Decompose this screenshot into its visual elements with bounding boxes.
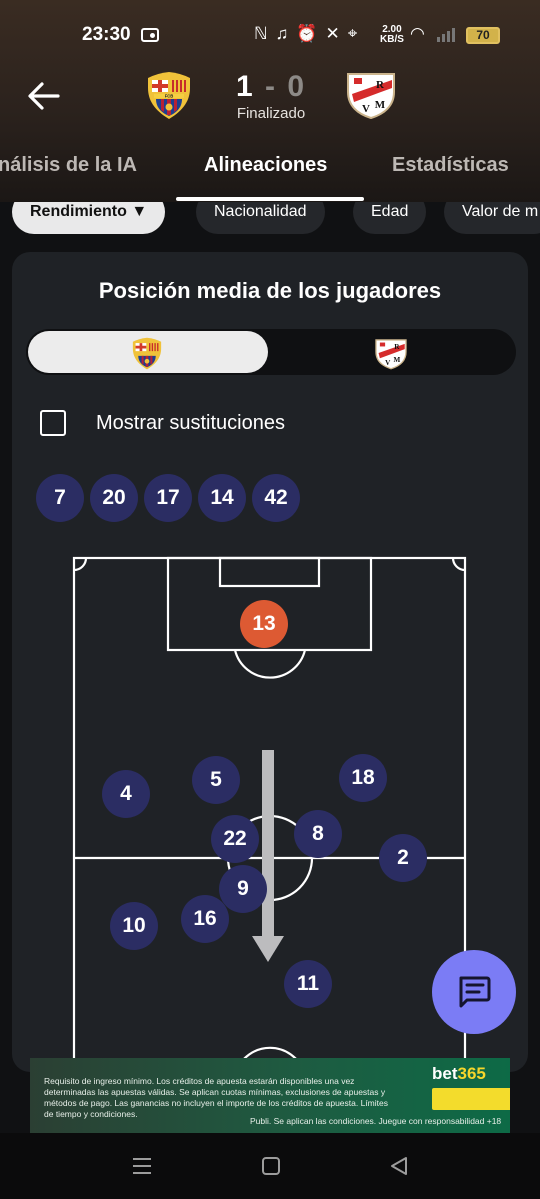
- speed-unit: KB/S: [380, 34, 404, 45]
- tab-ai-analysis[interactable]: nálisis de la IA: [0, 154, 137, 177]
- average-position-card: Posición media de los jugadores R V M Mo…: [12, 252, 528, 1072]
- signal-icon: [437, 28, 455, 42]
- headphones-icon: ♫: [275, 24, 289, 43]
- attack-direction-arrow: [252, 750, 284, 962]
- sub-badge[interactable]: 42: [252, 474, 300, 522]
- home-score: 1: [235, 70, 255, 103]
- sub-badge[interactable]: 14: [198, 474, 246, 522]
- sub-badge[interactable]: 17: [144, 474, 192, 522]
- svg-text:V: V: [385, 359, 391, 367]
- filter-chips: Rendimiento ▼ Nacionalidad Edad Valor de…: [0, 202, 540, 246]
- player-badge[interactable]: 11: [284, 960, 332, 1008]
- player-badge[interactable]: 10: [110, 902, 158, 950]
- chip-age[interactable]: Edad: [353, 202, 427, 234]
- system-nav-bar: [0, 1133, 540, 1199]
- svg-text:M: M: [393, 356, 400, 364]
- status-icons: ℕ ♫ ⏰ ✕ ⌖: [254, 24, 357, 44]
- status-bar: 23:30 ℕ ♫ ⏰ ✕ ⌖ 2.00 KB/S ◠ 70: [0, 0, 540, 60]
- match-screen: 23:30 ℕ ♫ ⏰ ✕ ⌖ 2.00 KB/S ◠ 70 FCB 1 - 0…: [0, 0, 540, 1199]
- card-title: Posición media de los jugadores: [98, 278, 442, 303]
- home-icon[interactable]: [260, 1155, 282, 1177]
- team-toggle: R V M: [26, 329, 516, 375]
- rayo-vallecano-crest: R V M: [375, 339, 407, 370]
- tab-lineups[interactable]: Alineaciones: [204, 154, 327, 177]
- active-tab-indicator: [176, 197, 364, 201]
- wifi-icon: ◠: [410, 24, 425, 43]
- ad-banner[interactable]: Requisito de ingreso mínimo. Los crédito…: [30, 1058, 510, 1133]
- team-toggle-home[interactable]: [28, 331, 268, 373]
- player-badge-goalkeeper[interactable]: 13: [240, 600, 288, 648]
- svg-text:R: R: [376, 79, 385, 91]
- sub-badge[interactable]: 7: [36, 474, 84, 522]
- barcelona-crest[interactable]: FCB: [144, 68, 194, 120]
- ad-cta-button[interactable]: [432, 1088, 510, 1110]
- away-score: 0: [287, 70, 307, 103]
- player-badge[interactable]: 5: [192, 756, 240, 804]
- svg-text:V: V: [362, 103, 370, 115]
- rayo-vallecano-crest[interactable]: R V M: [344, 68, 398, 120]
- ad-brand-main: bet: [432, 1064, 458, 1083]
- ad-brand-logo: bet365: [432, 1064, 486, 1084]
- chat-button[interactable]: [432, 950, 516, 1034]
- player-badge[interactable]: 4: [102, 770, 150, 818]
- chip-performance[interactable]: Rendimiento ▼: [12, 202, 166, 234]
- ad-disclaimer: Requisito de ingreso mínimo. Los crédito…: [44, 1076, 388, 1119]
- mute-icon: ✕: [325, 24, 340, 43]
- scoreboard: 1 - 0: [226, 70, 316, 104]
- tab-stats[interactable]: Estadísticas: [392, 154, 509, 177]
- player-badge[interactable]: 2: [379, 834, 427, 882]
- svg-text:R: R: [394, 343, 400, 351]
- back-arrow-icon[interactable]: [24, 76, 64, 116]
- score-separator: -: [265, 70, 277, 103]
- status-time: 23:30: [82, 24, 131, 45]
- back-icon[interactable]: [388, 1155, 410, 1177]
- ad-footer: Publi. Se aplican las condiciones. Juegu…: [250, 1116, 502, 1126]
- player-badge[interactable]: 18: [339, 754, 387, 802]
- chevron-down-icon: ▼: [131, 203, 148, 220]
- chip-nationality[interactable]: Nacionalidad: [196, 202, 325, 234]
- chip-market-value[interactable]: Valor de m: [444, 202, 540, 234]
- tab-bar: nálisis de la IA Alineaciones Estadístic…: [0, 148, 540, 202]
- chip-performance-label: Rendimiento: [30, 203, 127, 220]
- network-speed: 2.00 KB/S: [380, 25, 404, 45]
- ad-brand-num: 365: [457, 1064, 486, 1083]
- player-badge[interactable]: 22: [211, 815, 259, 863]
- chat-icon: [459, 976, 491, 1008]
- player-badge[interactable]: 9: [219, 865, 267, 913]
- show-subs-checkbox[interactable]: [40, 410, 66, 436]
- show-subs-label: Mostrar sustituciones: [96, 412, 285, 434]
- battery-icon: 70: [466, 27, 500, 44]
- barcelona-crest: [132, 337, 162, 370]
- svg-text:FCB: FCB: [165, 94, 174, 99]
- location-icon: ⌖: [347, 24, 358, 43]
- match-status: Finalizado: [236, 105, 306, 122]
- menu-icon[interactable]: [131, 1155, 153, 1177]
- team-toggle-away[interactable]: R V M: [274, 331, 514, 373]
- svg-text:M: M: [375, 99, 386, 111]
- sub-badge[interactable]: 20: [90, 474, 138, 522]
- alarm-icon: ⏰: [296, 24, 318, 43]
- player-badge[interactable]: 8: [294, 810, 342, 858]
- radio-icon: [141, 28, 159, 42]
- nfc-icon: ℕ: [254, 24, 268, 43]
- player-badge[interactable]: 16: [181, 895, 229, 943]
